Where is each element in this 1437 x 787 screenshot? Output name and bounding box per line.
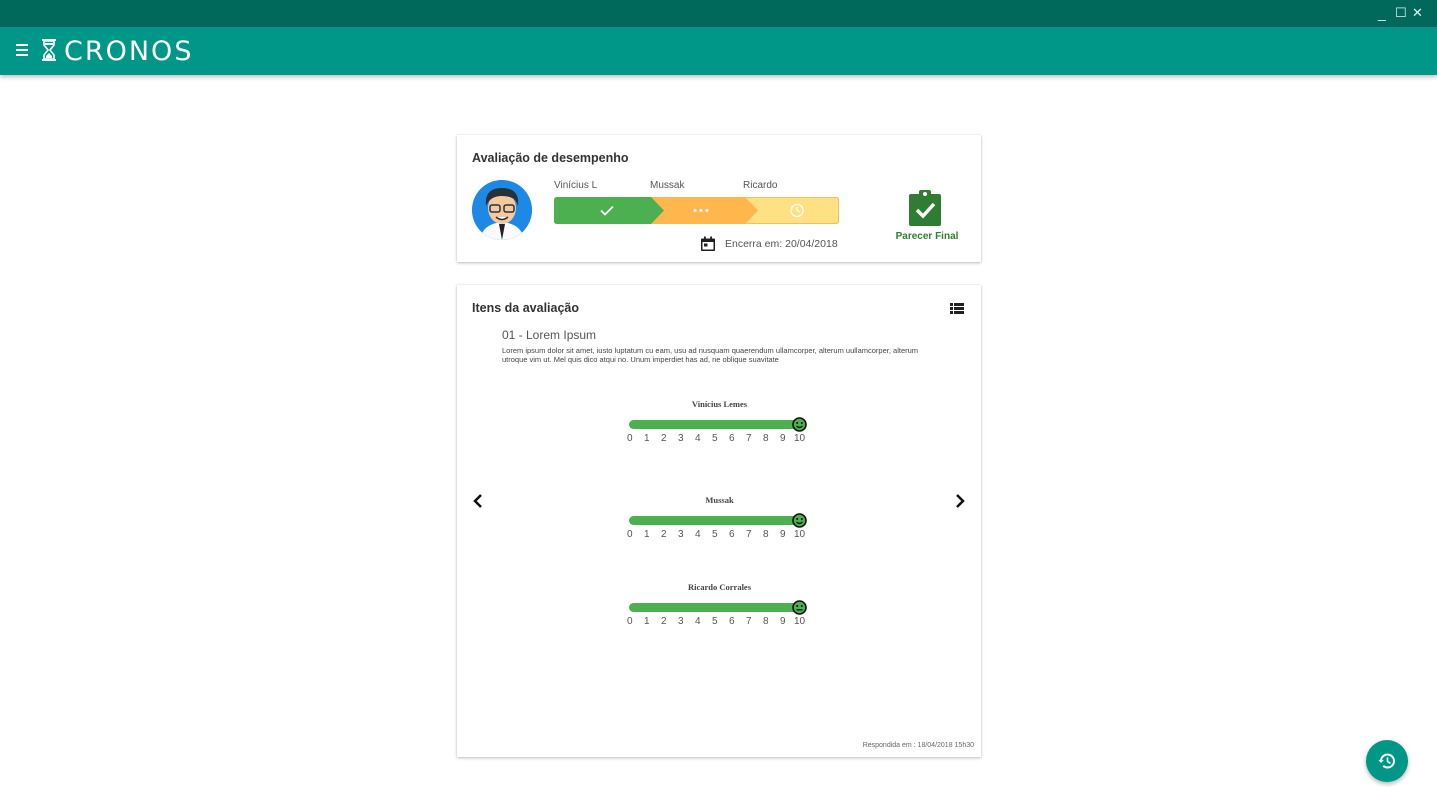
deadline-text: Encerra em: 20/04/2018 (725, 238, 838, 250)
scale-tick: 4 (695, 433, 701, 444)
avatar (472, 180, 532, 240)
scale-tick: 0 (627, 616, 633, 627)
scale-tick: 5 (712, 433, 718, 444)
scale-tick: 2 (661, 529, 667, 540)
hourglass-logo-icon (42, 39, 56, 61)
scale-tick: 6 (729, 529, 735, 540)
answered-timestamp: Respondida em : 18/04/2018 15h30 (862, 742, 974, 749)
rater-name: Mussak (705, 495, 734, 505)
scale-tick: 4 (695, 616, 701, 627)
evaluation-items-card: Itens da avaliação 01 - Lorem Ipsum Lore… (457, 285, 981, 757)
close-button[interactable]: ✕ (1412, 5, 1423, 21)
happy-face-icon (792, 513, 807, 528)
card-title: Avaliação de desempenho (472, 151, 629, 165)
step-progress-segment (650, 197, 758, 224)
menu-icon[interactable] (16, 44, 28, 56)
scale-tick: 8 (763, 616, 769, 627)
scale-tick: 7 (746, 433, 752, 444)
app-bar: CRONOS (0, 27, 1437, 75)
scale-tick: 4 (695, 529, 701, 540)
scale-tick: 1 (644, 616, 650, 627)
score-slider[interactable] (629, 516, 801, 525)
neutral-face-icon (792, 600, 807, 615)
list-view-icon[interactable] (950, 303, 964, 314)
rater-name: Ricardo Corrales (687, 582, 752, 592)
step-label-2: Mussak (650, 180, 685, 191)
score-scale: 0 1 2 3 4 5 6 7 8 9 10 (627, 616, 817, 628)
scale-tick: 3 (678, 616, 684, 627)
scale-tick: 10 (794, 433, 806, 444)
scale-tick: 5 (712, 529, 718, 540)
history-icon (1378, 753, 1395, 769)
scale-tick: 5 (712, 616, 718, 627)
chevron-right-icon[interactable] (954, 493, 966, 509)
scale-tick: 9 (780, 616, 786, 627)
scale-tick: 3 (678, 529, 684, 540)
chevron-left-icon[interactable] (472, 493, 484, 509)
evaluation-summary-card: Avaliação de desempenho Vinícius L Mussa… (457, 135, 981, 262)
history-fab-button[interactable] (1366, 740, 1408, 782)
scale-tick: 1 (644, 529, 650, 540)
scale-tick: 8 (763, 433, 769, 444)
scale-tick: 6 (729, 616, 735, 627)
scale-tick: 10 (794, 529, 806, 540)
scale-tick: 10 (794, 616, 806, 627)
scale-tick: 1 (644, 433, 650, 444)
final-opinion-button[interactable]: Parecer Final (887, 231, 967, 242)
score-slider[interactable] (629, 603, 801, 612)
clipboard-check-icon[interactable] (909, 190, 941, 226)
happy-face-icon (792, 417, 807, 432)
card-title: Itens da avaliação (472, 301, 580, 315)
brand-logo: CRONOS (64, 36, 194, 67)
maximize-button[interactable]: ☐ (1395, 5, 1407, 21)
scale-tick: 2 (661, 616, 667, 627)
dots-icon (693, 208, 709, 213)
approval-progress (554, 197, 839, 224)
scale-tick: 7 (746, 616, 752, 627)
rater-name: Vinícius Lemes (691, 399, 748, 409)
scale-tick: 9 (780, 433, 786, 444)
window-titlebar: _ ☐ ✕ (0, 0, 1437, 27)
scale-tick: 0 (627, 433, 633, 444)
scale-tick: 3 (678, 433, 684, 444)
scale-tick: 0 (627, 529, 633, 540)
score-scale: 0 1 2 3 4 5 6 7 8 9 10 (627, 433, 817, 445)
score-slider[interactable] (629, 420, 801, 429)
scale-tick: 7 (746, 529, 752, 540)
scale-tick: 6 (729, 433, 735, 444)
step-label-3: Ricardo (743, 180, 778, 191)
score-scale: 0 1 2 3 4 5 6 7 8 9 10 (627, 529, 817, 541)
calendar-icon (701, 236, 715, 251)
scale-tick: 8 (763, 529, 769, 540)
scale-tick: 2 (661, 433, 667, 444)
step-label-1: Vinícius L (554, 180, 598, 191)
item-description: Lorem ipsum dolor sit amet, iusto luptat… (502, 346, 919, 364)
minimize-button[interactable]: _ (1378, 5, 1386, 21)
scale-tick: 9 (780, 529, 786, 540)
item-title: 01 - Lorem Ipsum (502, 328, 597, 342)
